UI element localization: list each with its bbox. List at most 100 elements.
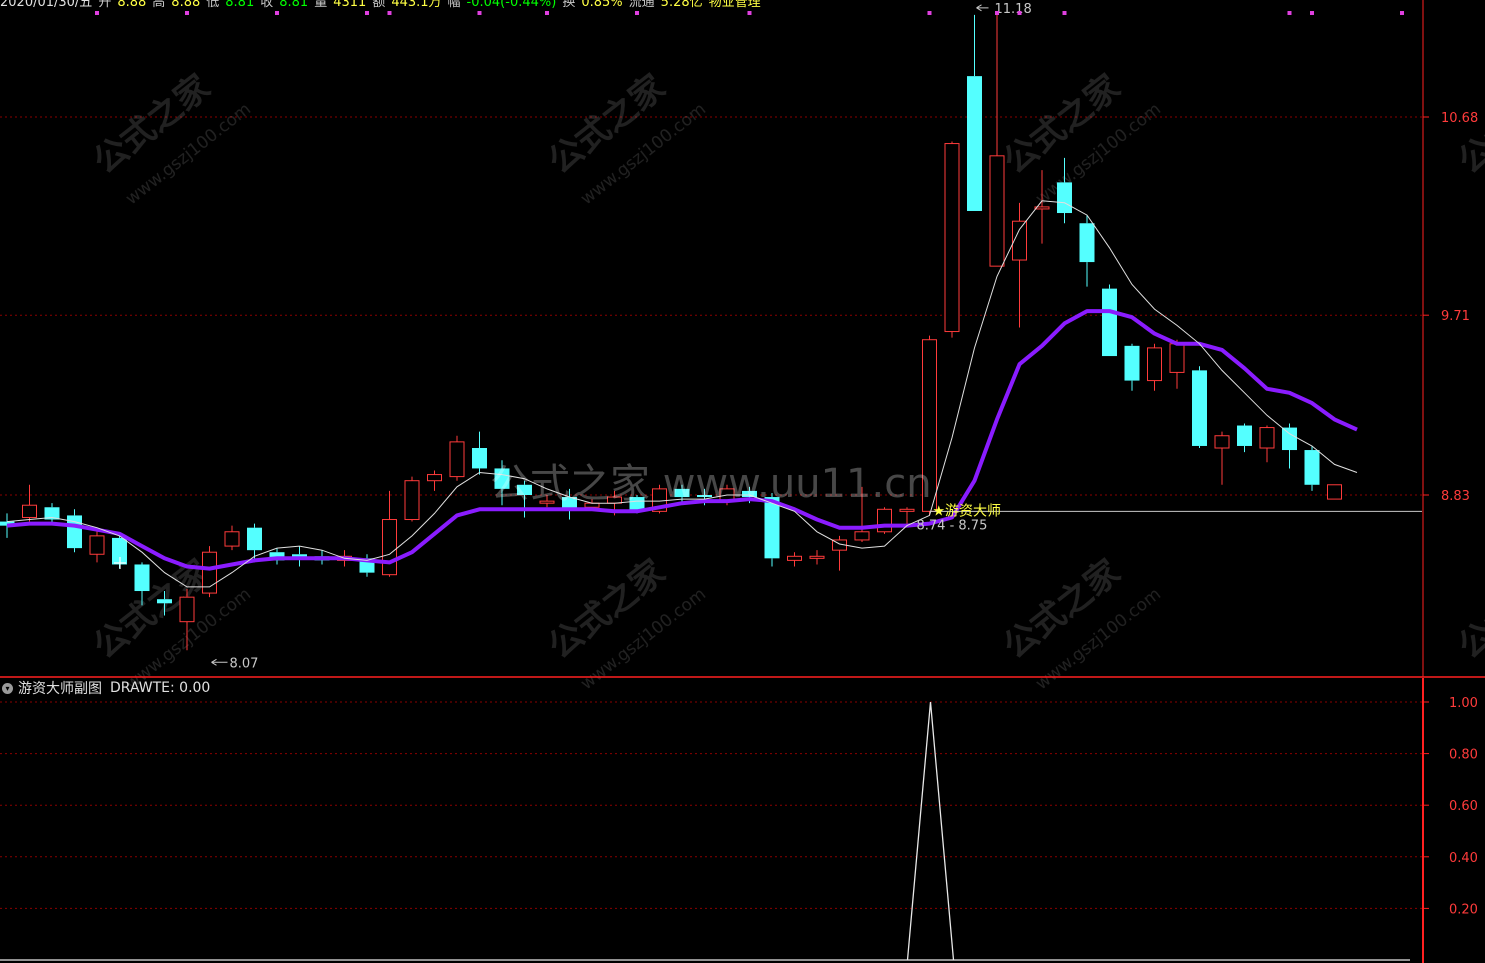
main-y-tick-label: 8.83 <box>1441 489 1470 504</box>
candle-body-up <box>1214 435 1230 449</box>
candle <box>269 548 285 565</box>
low-annotation: 8.07 <box>211 656 259 671</box>
candle-body-down <box>134 564 150 592</box>
candle <box>472 431 487 475</box>
main-y-tick-label: 9.71 <box>1441 309 1470 324</box>
marker-dot <box>927 11 932 15</box>
candle-body-up <box>1169 343 1185 373</box>
candle <box>1079 215 1095 287</box>
candle-body-down <box>1304 450 1320 485</box>
high-annotation: 11.18 <box>976 2 1032 17</box>
candle <box>1147 343 1162 391</box>
marker-dot <box>1287 11 1292 15</box>
candle-body-down <box>1057 182 1072 214</box>
sub-y-tick-label: 0.80 <box>1449 748 1478 763</box>
sub-panel-header[interactable]: ▾ 游资大师副图 DRAWTE: 0.00 <box>0 678 210 698</box>
main-grid <box>0 116 1423 496</box>
candle <box>787 552 802 567</box>
candle <box>224 525 240 551</box>
sub-y-tick-label: 0.60 <box>1449 799 1478 814</box>
watermark-brand: 公式之家 <box>541 67 673 182</box>
candle-body-up <box>899 508 915 512</box>
candle <box>1192 366 1207 449</box>
candle-body-up <box>22 504 37 518</box>
chart-canvas[interactable]: 公式之家www.gszj100.com 公式之家www.gszj100.com 公式… <box>0 0 1485 963</box>
candle <box>1214 431 1230 485</box>
center-watermark: 公式之家 www.uu11.cn <box>490 461 932 507</box>
candle-body-up <box>1147 347 1162 382</box>
candle <box>967 14 982 211</box>
watermark-brand: 公式之家 <box>541 552 673 667</box>
candle-body-up <box>89 535 105 555</box>
candle <box>359 554 375 577</box>
low-arrow-icon <box>211 658 228 666</box>
candle <box>944 141 960 338</box>
candle-body-up <box>179 596 195 623</box>
candle <box>1237 423 1252 453</box>
watermark-stamp: 公式之家www.gszj100.com <box>996 552 1165 694</box>
watermark-brand: 公式之家 <box>1451 552 1485 667</box>
watermark-brand: 公式之家 <box>86 67 218 182</box>
watermark-layer: 公式之家www.gszj100.com 公式之家www.gszj100.com 公式… <box>86 67 1485 694</box>
watermark-stamp: 公式之家www.gszj100.com <box>1451 552 1485 667</box>
watermark-brand: 公式之家 <box>996 552 1128 667</box>
marker-dot <box>1310 11 1314 15</box>
candle-body-up <box>449 441 465 478</box>
candle <box>22 484 37 522</box>
signal-label: ★游资大师 <box>933 503 1002 519</box>
candle <box>202 546 217 598</box>
watermark-stamp: 公式之家www.gszj100.com <box>1451 67 1485 182</box>
candle <box>809 550 825 565</box>
watermark-stamp: 公式之家www.gszj100.com <box>541 552 710 694</box>
marker-dot <box>995 11 999 15</box>
marker-dot <box>1062 11 1067 15</box>
low-label: 8.07 <box>230 656 259 671</box>
candle-body-up <box>1327 484 1342 500</box>
candle-body-up <box>944 143 960 333</box>
candle-body-up <box>427 474 442 482</box>
candle <box>427 470 442 491</box>
marker-dot <box>635 11 639 15</box>
candle-body-down <box>157 599 172 604</box>
collapse-chevron-icon[interactable]: ▾ <box>2 682 13 694</box>
candle <box>404 476 420 522</box>
sub-panel-title: 游资大师副图 <box>18 681 102 697</box>
candle-body-down <box>472 448 487 469</box>
candle <box>1259 425 1275 463</box>
candle <box>1304 445 1320 491</box>
marker-dot <box>387 11 392 15</box>
high-label: 11.18 <box>995 2 1032 17</box>
watermark-stamp: 公式之家www.gszj100.com <box>996 67 1165 209</box>
sub-panel-indicator: DRAWTE: 0.00 <box>110 680 211 696</box>
high-arrow-icon <box>976 4 989 12</box>
marker-dot <box>185 11 189 15</box>
marker-dot <box>747 11 752 15</box>
candle <box>1169 339 1185 389</box>
candle <box>989 14 1005 267</box>
candle-body-down <box>247 527 262 551</box>
candle <box>1327 484 1342 500</box>
candle <box>1282 423 1297 469</box>
candle <box>67 509 82 553</box>
candle <box>292 546 307 567</box>
candle-body-up <box>382 519 397 576</box>
candle-body-up <box>787 555 802 561</box>
candle <box>877 507 892 534</box>
sub-grid <box>0 701 1423 909</box>
ma-short-line <box>6 200 1358 588</box>
main-y-tick-label: 10.68 <box>1441 111 1478 126</box>
sub-y-ticks: 1.00 0.80 0.60 0.40 0.20 <box>1423 696 1478 917</box>
candle-body-up <box>854 531 870 541</box>
candle-body-down <box>1124 345 1140 381</box>
marker-dot <box>1400 11 1404 15</box>
drawte-line <box>906 701 955 961</box>
candle-body-down <box>1192 370 1207 446</box>
candle-body-down <box>1237 425 1252 446</box>
marker-dot <box>545 11 549 15</box>
candle-body-down <box>1079 223 1095 263</box>
candle-body-up <box>1259 427 1275 449</box>
marker-dot <box>477 11 482 15</box>
sub-y-tick-label: 1.00 <box>1449 696 1478 711</box>
candle-body-down <box>1102 288 1117 357</box>
candle <box>1124 343 1140 391</box>
